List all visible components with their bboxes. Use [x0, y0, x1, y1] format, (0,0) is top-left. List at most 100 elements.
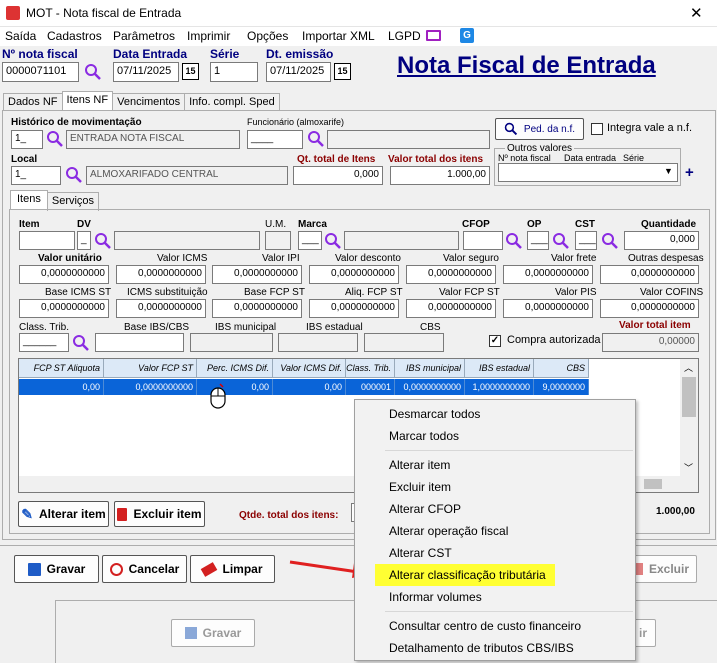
valor-icms-field[interactable]: 0,0000000000 — [116, 265, 206, 284]
search-icon[interactable] — [601, 232, 619, 250]
search-icon[interactable] — [505, 232, 523, 250]
menu-alterar-cst[interactable]: Alterar CST — [355, 542, 635, 564]
chevron-down-icon[interactable]: ▼ — [664, 166, 673, 176]
valor-desconto-field[interactable]: 0,0000000000 — [309, 265, 399, 284]
valor-total-label: Valor total dos itens — [388, 154, 484, 165]
col-ibs-estadual[interactable]: IBS estadual — [465, 359, 534, 378]
qt-total-label: Qt. total de Itens — [297, 154, 376, 165]
col-perc-icms-dif[interactable]: Perc. ICMS Dif. — [197, 359, 273, 378]
valor-fcp-st-field[interactable]: 0,0000000000 — [406, 299, 496, 318]
valor-ipi-field[interactable]: 0,0000000000 — [212, 265, 302, 284]
menu-desmarcar-todos[interactable]: Desmarcar todos — [355, 403, 635, 425]
valor-frete-label: Valor frete — [551, 253, 597, 264]
menu-cadastros[interactable]: Cadastros — [47, 29, 102, 43]
valor-cofins-field[interactable]: 0,0000000000 — [600, 299, 699, 318]
search-icon[interactable] — [94, 232, 112, 250]
nota-field[interactable]: 0000071101 — [2, 62, 79, 82]
menu-imprimir[interactable]: Imprimir — [187, 29, 230, 43]
dt-emissao-field[interactable]: 07/11/2025 — [266, 62, 331, 82]
class-trib-field[interactable]: ______ — [19, 333, 69, 352]
menu-importar-xml[interactable]: Importar XML — [302, 29, 375, 43]
search-icon[interactable] — [84, 63, 102, 81]
table-row[interactable]: 0,00 0,0000000000 0,00 0,00 000001 0,000… — [19, 379, 589, 395]
menu-alterar-classificacao-tributaria[interactable]: Alterar classificação tributária — [375, 564, 555, 586]
add-icon[interactable]: + — [685, 164, 694, 181]
quantidade-field[interactable]: 0,000 — [624, 231, 699, 250]
col-ibs-municipal[interactable]: IBS municipal — [395, 359, 465, 378]
search-icon[interactable] — [552, 232, 570, 250]
valor-frete-field[interactable]: 0,0000000000 — [503, 265, 593, 284]
tab-itens-nf[interactable]: Itens NF — [61, 91, 114, 110]
base-icms-st-field[interactable]: 0,0000000000 — [19, 299, 109, 318]
aliq-fcp-st-field[interactable]: 0,0000000000 — [309, 299, 399, 318]
valor-unitario-label: Valor unitário — [38, 253, 102, 264]
menu-excluir-item[interactable]: Excluir item — [355, 476, 635, 498]
base-fcp-st-field[interactable]: 0,0000000000 — [212, 299, 302, 318]
excluir-item-button[interactable]: Excluir item — [114, 501, 205, 527]
marca-field[interactable]: ___ — [298, 231, 322, 250]
menu-consultar-centro-custo[interactable]: Consultar centro de custo financeiro — [355, 615, 635, 637]
item-field[interactable] — [19, 231, 75, 250]
cell-ibs-estadual: 1,0000000000 — [465, 379, 534, 395]
integra-checkbox[interactable] — [591, 123, 603, 135]
limpar-button[interactable]: Limpar — [190, 555, 275, 583]
funcionario-name — [327, 130, 490, 149]
icms-substituicao-field[interactable]: 0,0000000000 — [116, 299, 206, 318]
valor-seguro-field[interactable]: 0,0000000000 — [406, 265, 496, 284]
cfop-field[interactable] — [463, 231, 503, 250]
app-g-icon[interactable]: G — [460, 28, 474, 43]
data-entrada-field[interactable]: 07/11/2025 — [113, 62, 179, 82]
calendar-icon[interactable]: 15 — [182, 63, 199, 80]
search-icon[interactable] — [46, 130, 64, 148]
ped-nf-button[interactable]: Ped. da n.f. — [495, 118, 584, 140]
op-field[interactable]: ___ — [527, 231, 549, 250]
menu-parametros[interactable]: Parâmetros — [113, 29, 175, 43]
menu-lgpd[interactable]: LGPD — [388, 29, 421, 43]
search-icon[interactable] — [65, 166, 83, 184]
menu-opcoes[interactable]: Opções — [247, 29, 288, 43]
menu-alterar-item[interactable]: Alterar item — [355, 454, 635, 476]
col-cbs[interactable]: CBS — [534, 359, 589, 378]
vertical-scrollbar[interactable]: ︿ ﹀ — [680, 359, 698, 492]
col-valor-icms-dif[interactable]: Valor ICMS Dif. — [273, 359, 346, 378]
historico-code[interactable]: 1_ — [11, 130, 43, 149]
local-code[interactable]: 1_ — [11, 166, 61, 185]
valor-pis-field[interactable]: 0,0000000000 — [503, 299, 593, 318]
close-icon[interactable]: ✕ — [690, 4, 703, 22]
hscroll-thumb[interactable] — [644, 479, 662, 489]
outros-valores-select[interactable] — [498, 163, 678, 182]
search-icon[interactable] — [324, 232, 342, 250]
col-valor-fcp-st[interactable]: Valor FCP ST — [104, 359, 197, 378]
base-ibs-cbs-field[interactable] — [95, 333, 184, 352]
scroll-thumb[interactable] — [682, 377, 696, 417]
serie-field[interactable]: 1 — [210, 62, 258, 82]
search-icon[interactable] — [307, 130, 325, 148]
menu-marcar-todos[interactable]: Marcar todos — [355, 425, 635, 447]
dv-field[interactable]: _ — [77, 231, 91, 250]
col-class-trib[interactable]: Class. Trib. — [346, 359, 395, 378]
menu-informar-volumes[interactable]: Informar volumes — [355, 586, 635, 608]
valor-total-item-field: 0,00000 — [602, 333, 699, 352]
menu-saida[interactable]: Saída — [5, 29, 36, 43]
tab-itens[interactable]: Itens — [10, 190, 48, 209]
col-fcp-st-aliquota[interactable]: FCP ST Aliquota — [19, 359, 104, 378]
scroll-up-icon[interactable]: ︿ — [684, 361, 693, 374]
alterar-item-button[interactable]: ✎ Alterar item — [18, 501, 109, 527]
cst-field[interactable]: ___ — [575, 231, 597, 250]
funcionario-code[interactable]: ____ — [247, 130, 303, 149]
monitor-icon[interactable] — [426, 30, 441, 41]
menu-detalhamento-tributos[interactable]: Detalhamento de tributos CBS/IBS — [355, 637, 635, 659]
compra-autorizada-checkbox[interactable]: ✓ — [489, 335, 501, 347]
cancelar-button[interactable]: Cancelar — [102, 555, 187, 583]
scroll-down-icon[interactable]: ﹀ — [684, 461, 693, 474]
outras-despesas-field[interactable]: 0,0000000000 — [600, 265, 699, 284]
search-icon[interactable] — [72, 334, 90, 352]
op-label: OP — [527, 219, 542, 230]
valor-unitario-field[interactable]: 0,0000000000 — [19, 265, 109, 284]
calendar-icon[interactable]: 15 — [334, 63, 351, 80]
menu-alterar-operacao-fiscal[interactable]: Alterar operação fiscal — [355, 520, 635, 542]
gravar-button[interactable]: Gravar — [14, 555, 99, 583]
cancel-icon — [109, 562, 123, 576]
menu-alterar-cfop[interactable]: Alterar CFOP — [355, 498, 635, 520]
dt-emissao-label: Dt. emissão — [266, 47, 334, 61]
